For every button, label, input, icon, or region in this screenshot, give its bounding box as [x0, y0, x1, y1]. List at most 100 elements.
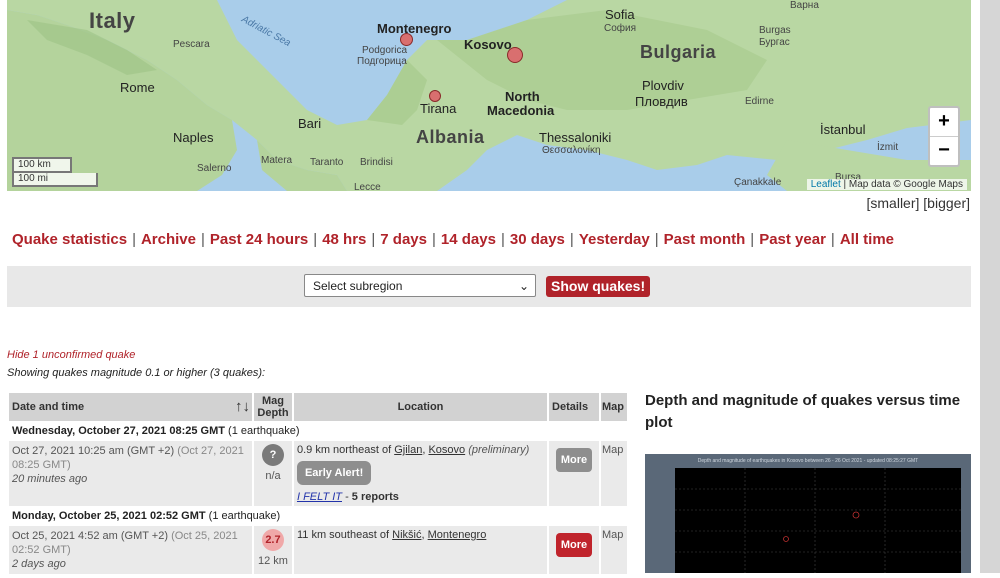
details-cell: More: [547, 524, 601, 576]
quake-location: 0.9 km northeast of Gjilan, Kosovo (prel…: [291, 439, 550, 508]
nav-separator: |: [432, 231, 436, 248]
sort-icon[interactable]: ↑↓: [235, 398, 250, 415]
map-label-burgas-cyr: Бургас: [759, 37, 790, 48]
show-quakes-button[interactable]: Show quakes!: [546, 276, 651, 297]
map-label-rome: Rome: [120, 80, 155, 95]
quake-marker-kosovo[interactable]: [507, 47, 523, 63]
early-alert-badge[interactable]: Early Alert!: [296, 461, 372, 485]
header-mag-depth[interactable]: Mag Depth: [251, 391, 294, 423]
plot-graphic: Depth and magnitude of earthquakes in Ko…: [675, 458, 961, 573]
quake-datetime: Oct 25, 2021 4:52 am (GMT +2) (Oct 25, 2…: [7, 524, 254, 576]
scale-mi: 100 mi: [12, 173, 98, 187]
hide-unconfirmed-link[interactable]: Hide 1 unconfirmed quake: [7, 349, 135, 361]
map-link[interactable]: Map: [598, 439, 630, 508]
scrollbar[interactable]: [980, 0, 1000, 573]
nav-link-all-time[interactable]: All time: [840, 231, 894, 248]
nav-separator: |: [750, 231, 755, 248]
quake-mag-depth: ? n/a: [251, 439, 294, 508]
map-label-salerno: Salerno: [197, 163, 232, 174]
map-label-sofia-cyr: София: [604, 23, 637, 34]
map-terrain: [7, 0, 971, 191]
nav-separator: |: [654, 231, 659, 248]
city-link[interactable]: Nikšić: [392, 529, 421, 541]
map-attribution: Leaflet | Map data © Google Maps: [806, 179, 967, 190]
plot-caption: Depth and magnitude of earthquakes in Ko…: [698, 458, 918, 464]
nav-link-30-days[interactable]: 30 days: [510, 231, 565, 248]
map-label-kosovo: Kosovo: [464, 37, 512, 52]
map-label-montenegro: Montenegro: [377, 21, 452, 36]
map-label-podgorica-cyr: Подгорица: [357, 56, 407, 67]
nav-separator: |: [569, 231, 574, 248]
map-label-lecce: Lecce: [354, 182, 381, 191]
zoom-in-button[interactable]: +: [930, 108, 958, 136]
country-link[interactable]: Kosovo: [428, 444, 465, 456]
quake-map[interactable]: Italy Bulgaria Albania Kosovo North Mace…: [7, 0, 971, 191]
quake-datetime: Oct 27, 2021 10:25 am (GMT +2) (Oct 27, …: [7, 439, 254, 508]
quake-mag-depth: 2.7 12 km: [251, 524, 294, 576]
magnitude-badge: ?: [261, 444, 284, 466]
more-button[interactable]: More: [555, 533, 593, 557]
depth-magnitude-plot[interactable]: Depth and magnitude of earthquakes in Ko…: [645, 454, 971, 573]
leaflet-link[interactable]: Leaflet: [811, 179, 841, 190]
map-label-pescara: Pescara: [173, 39, 210, 50]
map-label-podgorica: Podgorica: [362, 45, 408, 56]
table-row[interactable]: Oct 25, 2021 4:52 am (GMT +2) (Oct 25, 2…: [7, 524, 630, 576]
nav-link-14-days[interactable]: 14 days: [441, 231, 496, 248]
map-label-bulgaria: Bulgaria: [640, 42, 717, 62]
map-label-italy: Italy: [89, 8, 136, 33]
showing-note: Showing quakes magnitude 0.1 or higher (…: [7, 367, 266, 379]
chevron-down-icon: ⌄: [518, 279, 529, 293]
plot-section: Depth and magnitude of quakes versus tim…: [645, 390, 965, 434]
header-details: Details: [547, 391, 601, 423]
header-date[interactable]: Date and time ↑↓: [7, 391, 254, 423]
nav-link-past-month[interactable]: Past month: [664, 231, 746, 248]
map-label-burgas: Burgas: [759, 25, 791, 36]
magnitude-badge: 2.7: [261, 529, 284, 551]
zoom-out-button[interactable]: −: [930, 136, 958, 165]
bigger-link[interactable]: [bigger]: [923, 195, 970, 211]
nav-link-quake-statistics[interactable]: Quake statistics: [12, 231, 127, 248]
header-map: Map: [598, 391, 630, 423]
map-label-plovdiv-cyr: Пловдив: [635, 94, 688, 109]
zoom-control: + −: [928, 106, 960, 167]
city-link[interactable]: Gjilan: [394, 444, 422, 456]
map-label-thessaloniki: Thessaloniki: [539, 130, 612, 145]
nav-separator: |: [201, 231, 205, 248]
day-header: Wednesday, October 27, 2021 08:25 GMT (1…: [7, 421, 629, 441]
nav-separator: |: [500, 231, 505, 248]
filter-bar: Select subregion ⌄ Show quakes!: [7, 266, 971, 307]
more-button[interactable]: More: [555, 448, 593, 472]
header-location: Location: [291, 391, 550, 423]
map-link[interactable]: Map: [598, 524, 630, 576]
nav-link-archive[interactable]: Archive: [141, 231, 196, 248]
quake-marker-albania[interactable]: [429, 90, 441, 102]
nav-link-7-days[interactable]: 7 days: [380, 231, 427, 248]
nav-link-yesterday[interactable]: Yesterday: [579, 231, 650, 248]
nav-link-past-year[interactable]: Past year: [759, 231, 826, 248]
map-label-varna: Варна: [790, 0, 819, 11]
country-link[interactable]: Montenegro: [428, 529, 487, 541]
table-row[interactable]: Oct 27, 2021 10:25 am (GMT +2) (Oct 27, …: [7, 439, 630, 508]
reports-count[interactable]: 5 reports: [352, 491, 399, 503]
map-label-canakkale: Çanakkale: [734, 177, 782, 188]
nav-link-past-24-hours[interactable]: Past 24 hours: [210, 231, 308, 248]
nav-separator: |: [132, 231, 136, 248]
subregion-select[interactable]: Select subregion ⌄: [304, 274, 536, 297]
map-label-bari: Bari: [298, 116, 322, 131]
subregion-selected: Select subregion: [313, 279, 403, 293]
felt-it-link[interactable]: I FELT IT: [297, 491, 342, 503]
day-header: Monday, October 25, 2021 02:52 GMT (1 ea…: [7, 506, 629, 526]
quakes-table: Date and time ↑↓ Mag Depth Location Deta…: [7, 391, 630, 576]
map-label-matera: Matera: [261, 155, 293, 166]
map-label-thessaloniki-gr: Θεσσαλονίκη: [542, 145, 601, 156]
nav-separator: |: [313, 231, 318, 248]
map-label-brindisi: Brindisi: [360, 157, 393, 168]
map-label-istanbul: İstanbul: [820, 122, 866, 137]
quake-marker-montenegro[interactable]: [400, 33, 413, 46]
scale-km: 100 km: [12, 157, 72, 173]
map-label-plovdiv: Plovdiv: [642, 78, 684, 93]
map-label-tirana: Tirana: [420, 101, 457, 116]
nav-link-48-hrs[interactable]: 48 hrs: [322, 231, 366, 248]
smaller-link[interactable]: [smaller]: [867, 195, 920, 211]
map-label-sofia: Sofia: [605, 7, 635, 22]
